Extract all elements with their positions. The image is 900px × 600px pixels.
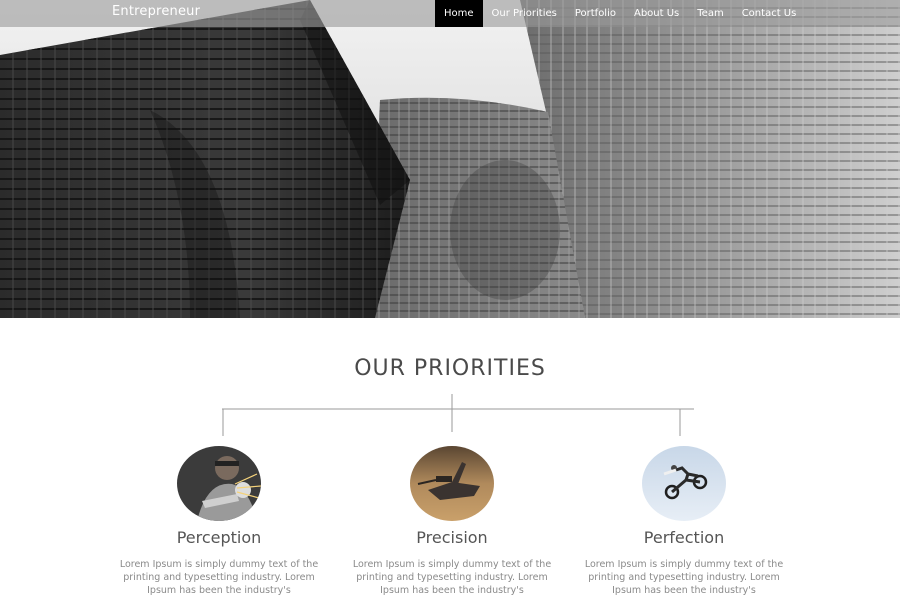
perception-image: [177, 446, 261, 521]
card-text-precision: Lorem Ipsum is simply dummy text of the …: [352, 559, 552, 596]
precision-image: [410, 446, 494, 521]
card-title-perfection: Perfection: [643, 528, 725, 547]
card-text-perfection: Lorem Ipsum is simply dummy text of the …: [584, 559, 784, 596]
card-text-perception: Lorem Ipsum is simply dummy text of the …: [119, 559, 319, 596]
card-title-precision: Precision: [416, 528, 488, 547]
perfection-image: [642, 446, 726, 521]
card-title-perception: Perception: [176, 528, 262, 547]
